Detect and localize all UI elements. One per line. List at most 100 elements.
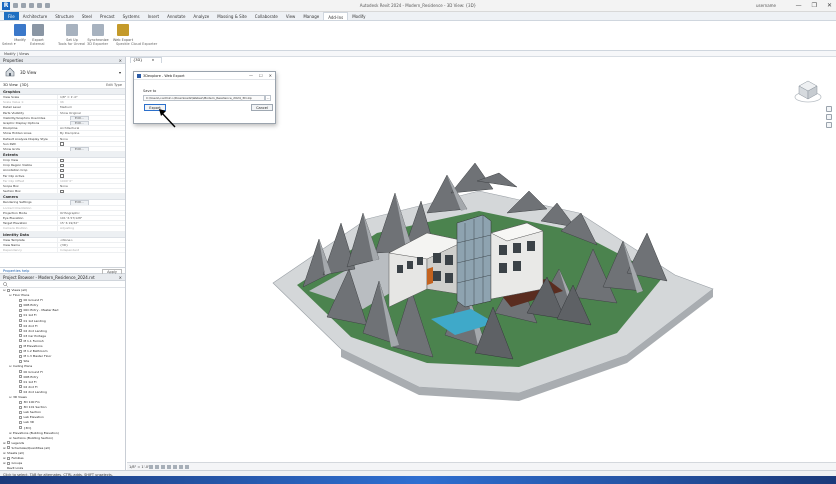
property-value[interactable]: 101' 6 57/128" [57,215,125,221]
instance-selector[interactable]: 3D View: {3D} Edit Type [0,82,125,89]
property-value[interactable]: Edit... [57,146,125,152]
lock-view-icon[interactable] [185,465,189,469]
dialog-close-button[interactable]: ✕ [269,73,272,78]
property-value[interactable]: Adjusting [57,226,125,231]
tab-insert[interactable]: Insert [144,12,163,20]
property-value[interactable]: 1/8" = 1'-0" [57,95,125,100]
property-name: View Template [3,237,25,242]
crop-icon[interactable] [179,465,183,469]
tree-item-label: Floor Plans [13,293,30,298]
close-icon[interactable]: × [152,58,155,62]
panel-label-unreal: Tools for Unreal [58,42,86,46]
property-checkbox[interactable] [60,158,64,163]
tab-steel[interactable]: Steel [78,12,96,20]
property-value[interactable] [57,173,125,178]
type-selector[interactable]: 3D View ▾ [0,64,125,82]
property-checkbox[interactable] [60,174,64,178]
property-name: Parts Visibility [3,110,25,115]
shadows-icon[interactable] [167,465,171,469]
tab-architecture[interactable]: Architecture [19,12,52,20]
select-dropdown[interactable]: Select ▾ [2,42,16,46]
property-value[interactable] [57,163,125,168]
zoom-icon[interactable] [826,114,832,120]
export-icon [32,24,44,36]
maximize-button[interactable]: ❐ [812,2,817,9]
tab-manage[interactable]: Manage [299,12,323,20]
property-name: Show Hidden Lines [3,131,32,136]
close-icon[interactable]: × [119,58,122,63]
tab-precast[interactable]: Precast [96,12,119,20]
tab-collaborate[interactable]: Collaborate [251,12,282,20]
sun-path-icon[interactable] [161,465,165,469]
accent-panel [427,267,433,285]
orbit-icon[interactable] [826,122,832,128]
view-scale[interactable]: 1/8" = 1'-0" [129,465,150,469]
tab-view[interactable]: View [282,12,300,20]
cancel-button[interactable]: Cancel [251,104,273,111]
property-name: Graphic Display Options [3,120,40,125]
dialog-minimize-button[interactable]: — [249,73,253,78]
property-name: Discipline [3,126,18,131]
property-checkbox[interactable] [60,168,64,173]
detail-level-icon[interactable] [149,465,153,469]
property-value[interactable]: None [57,136,125,141]
property-value[interactable]: {3D} [57,242,125,247]
panel-label-external: External [30,42,45,46]
property-value[interactable]: Show Original [57,110,125,115]
property-value[interactable]: Architectural [57,126,125,131]
property-value[interactable]: Edit... [57,115,125,120]
properties-help-link[interactable]: Properties help [3,269,29,273]
visual-style-icon[interactable] [155,465,159,469]
property-value[interactable]: <None> [57,237,125,242]
property-value[interactable] [57,189,125,194]
property-edit-button[interactable]: Edit... [70,115,89,120]
property-value[interactable] [57,158,125,163]
render-icon[interactable] [173,465,177,469]
property-value[interactable] [57,141,125,146]
property-value[interactable]: By Discipline [57,131,125,136]
tab-systems[interactable]: Systems [119,12,144,20]
property-value[interactable] [57,168,125,173]
property-edit-button[interactable]: Edit... [70,200,89,205]
property-name: Section Box [3,189,21,194]
tab-add-ins[interactable]: Add-Ins [323,12,349,20]
browser-search-input[interactable] [0,281,125,288]
property-checkbox[interactable] [60,163,64,168]
edit-type-button[interactable]: Edit Type [106,83,122,87]
property-value[interactable]: 1000' 0" [57,178,125,183]
tab-analyze[interactable]: Analyze [189,12,213,20]
tree-item-label: Schedules/Quantities (all) [11,445,51,450]
export-path-input[interactable]: C:\Users\<admin>\Downloads\Webex\Modern_… [143,95,265,101]
tab-file[interactable]: File [4,12,19,20]
property-value[interactable]: Edit... [57,120,125,126]
minimize-button[interactable]: — [796,2,802,9]
property-value[interactable]: Orthographic [57,210,125,215]
property-value[interactable]: Medium [57,105,125,110]
dialog-maximize-button[interactable]: ☐ [259,73,263,78]
user-account[interactable]: username [756,3,776,8]
property-edit-button[interactable]: Edit... [70,120,89,126]
property-value[interactable]: Edit... [57,200,125,205]
dialog-title-bar[interactable]: 3Dexplore - Web Export — ☐ ✕ [134,72,275,80]
property-checkbox[interactable] [60,189,64,194]
close-icon[interactable]: × [119,275,122,280]
tab-structure[interactable]: Structure [51,12,78,20]
browse-button[interactable]: ... [265,95,271,101]
tab-modify[interactable]: Modify [348,12,369,20]
property-checkbox[interactable] [60,142,64,146]
property-value[interactable]: Independent [57,247,125,253]
property-value[interactable] [57,205,125,210]
tab-massing-site[interactable]: Massing & Site [213,12,251,20]
property-value[interactable]: 15' 6 19/32" [57,221,125,226]
close-window-button[interactable]: ✕ [827,2,832,9]
viewcube[interactable] [793,78,823,104]
view-icon [19,375,22,379]
steering-wheel-icon[interactable] [826,106,832,112]
property-edit-button[interactable]: Edit... [70,146,89,152]
web-export-tool-button[interactable]: Web Export [103,24,143,42]
property-name: Far Clip Offset [3,178,25,183]
property-value[interactable]: 96 [57,100,125,105]
chevron-down-icon[interactable]: ▾ [119,70,121,75]
property-value[interactable]: None [57,184,125,189]
tab-annotate[interactable]: Annotate [163,12,189,20]
